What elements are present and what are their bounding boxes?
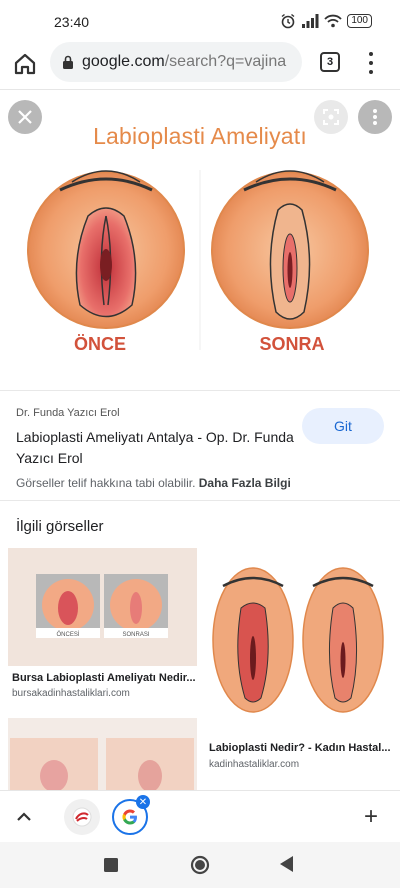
card-caption-before: ÖNCESİ bbox=[56, 631, 79, 638]
related-card-image: ÖNCESİ SONRASI bbox=[8, 548, 197, 666]
status-icons: 100 bbox=[280, 13, 372, 29]
visit-button[interactable]: Git bbox=[302, 408, 384, 444]
google-g-icon bbox=[122, 809, 137, 825]
home-button[interactable] bbox=[12, 51, 40, 79]
copyright-notice: Görseller telif hakkına tabi olabilir. D… bbox=[16, 476, 291, 490]
related-card-image bbox=[8, 718, 197, 790]
card-caption-after: SONRASI bbox=[122, 632, 149, 638]
browser-toolbar: google.com/search?q=vajina 3 bbox=[0, 42, 400, 90]
home-icon bbox=[14, 53, 36, 75]
status-time: 23:40 bbox=[54, 14, 90, 30]
image-title-text: Labioplasti Ameliyatı bbox=[93, 123, 307, 149]
signal-icon bbox=[302, 14, 319, 28]
alarm-icon bbox=[281, 13, 295, 29]
url-host: google.com bbox=[82, 53, 165, 70]
system-nav-bar bbox=[0, 842, 400, 888]
back-icon[interactable] bbox=[280, 856, 294, 872]
wifi-icon bbox=[324, 14, 342, 28]
chevron-up-icon[interactable] bbox=[14, 807, 34, 827]
learn-more-link[interactable]: Daha Fazla Bilgi bbox=[199, 476, 291, 490]
related-card-source: bursakadinhastaliklari.com bbox=[12, 688, 130, 699]
recents-icon[interactable] bbox=[104, 858, 118, 872]
related-card-source: kadinhastaliklar.com bbox=[209, 759, 300, 770]
close-tab-icon[interactable]: ✕ bbox=[136, 795, 150, 809]
source-name: Dr. Funda Yazıcı Erol bbox=[16, 407, 120, 419]
battery-indicator: 100 bbox=[347, 14, 372, 28]
new-tab-button[interactable]: + bbox=[364, 803, 378, 831]
related-card[interactable]: ÖNCESİ SONRASI Bursa Labioplasti Ameliya… bbox=[8, 548, 197, 708]
related-card[interactable] bbox=[8, 718, 197, 790]
related-card-title: Bursa Labioplasti Ameliyatı Nedir... bbox=[12, 672, 196, 684]
lock-icon bbox=[63, 55, 73, 69]
status-bar: 23:40 100 bbox=[0, 0, 400, 42]
url-path: /search?q=vajina bbox=[164, 53, 287, 70]
overflow-menu-button[interactable] bbox=[368, 52, 374, 74]
related-card[interactable]: Labioplasti Nedir? - Kadın Hastal... kad… bbox=[205, 548, 392, 778]
related-card-image bbox=[205, 548, 392, 736]
copyright-text: Görseller telif hakkına tabi olabilir. bbox=[16, 476, 196, 490]
related-images-heading: İlgili görseller bbox=[16, 518, 104, 535]
url-bar[interactable]: google.com/search?q=vajina bbox=[50, 42, 302, 82]
image-info: Dr. Funda Yazıcı Erol Labioplasti Ameliy… bbox=[0, 390, 400, 500]
label-before: ÖNCE bbox=[73, 334, 126, 354]
result-title-link[interactable]: Labioplasti Ameliyatı Antalya - Op. Dr. … bbox=[16, 427, 296, 469]
label-after: SONRA bbox=[259, 334, 325, 354]
home-nav-icon[interactable] bbox=[190, 855, 210, 875]
site-favicon-icon bbox=[72, 807, 92, 827]
divider bbox=[0, 500, 400, 501]
bottom-tab-strip: ✕ + bbox=[0, 790, 400, 842]
tab-switcher-button[interactable]: 3 bbox=[320, 52, 340, 72]
related-card-title: Labioplasti Nedir? - Kadın Hastal... bbox=[209, 742, 391, 754]
tab-thumbnail[interactable] bbox=[64, 799, 100, 835]
image-preview[interactable]: Labioplasti Ameliyatı ÖNCE SONRA bbox=[0, 90, 400, 390]
